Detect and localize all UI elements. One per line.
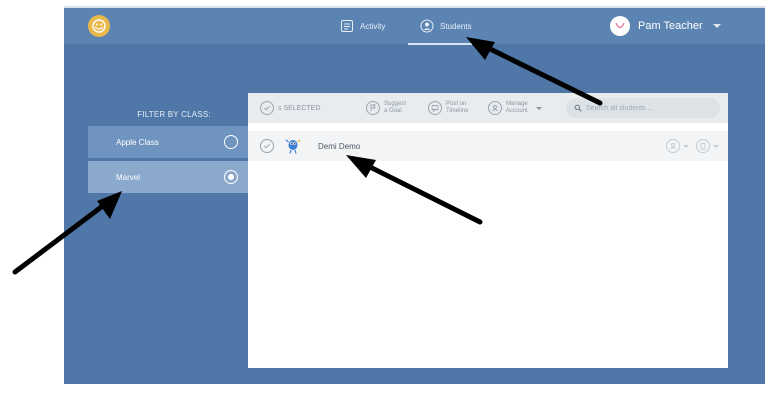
select-all-button[interactable]: s SELECTED [260,93,320,123]
search-icon [574,99,582,117]
classdojo-app-window: Activity Students Pam Teacher FILTER BY … [64,6,765,384]
checkmark-icon[interactable] [260,139,274,153]
tab-activity-label: Activity [360,21,386,31]
label-line: Post on [446,101,467,107]
label-line: Manage [506,101,528,107]
post-on-timeline-label: Post on Timeline [446,101,468,115]
screenshot-stage: Activity Students Pam Teacher FILTER BY … [0,0,784,400]
tab-students[interactable]: Students [420,8,472,44]
filter-by-class-heading: FILTER BY CLASS: [137,110,211,119]
label-line: Account [506,108,528,114]
student-search-box[interactable] [566,98,720,118]
selected-count-label: s SELECTED [278,104,321,112]
chevron-down-icon [713,144,719,148]
monster-avatar-icon [284,137,302,155]
active-tab-indicator [408,43,472,45]
checkmark-icon [260,101,274,115]
label-line: Suggest [384,101,407,107]
tab-students-label: Students [440,21,472,31]
manage-account-label: Manage Account [506,101,528,115]
suggest-goal-label: Suggest a Goal [384,101,406,115]
label-line: a Goal [384,108,402,114]
award-points-button[interactable] [666,139,689,153]
user-menu[interactable]: Pam Teacher [610,16,721,36]
classdojo-logo-icon[interactable] [88,15,110,37]
post-on-timeline-button[interactable]: Post on Timeline [428,93,468,123]
suggest-goal-button[interactable]: Suggest a Goal [366,93,406,123]
class-name: Marvel [116,172,141,182]
chevron-down-icon [712,24,721,28]
student-report-button[interactable] [696,139,719,153]
class-radio-button[interactable] [224,135,238,149]
class-filter-marvel[interactable]: Marvel [88,161,248,193]
class-name: Apple Class [116,137,159,147]
chevron-down-icon [683,144,689,148]
student-name: Demi Demo [318,142,361,151]
students-toolbar: s SELECTED Suggest a Goal Post on Timeli… [248,93,728,123]
account-person-icon [488,101,502,115]
person-icon [666,139,680,153]
chat-bubble-icon [428,101,442,115]
search-input[interactable] [586,104,714,112]
student-row[interactable]: Demi Demo [248,131,728,161]
user-name: Pam Teacher [638,20,703,32]
label-line: Timeline [446,108,469,114]
class-radio-button-selected[interactable] [224,170,238,184]
clipboard-icon [696,139,710,153]
students-panel: s SELECTED Suggest a Goal Post on Timeli… [248,93,728,368]
chevron-down-icon [535,106,542,110]
tab-activity[interactable]: Activity [340,8,385,44]
flag-icon [366,101,380,115]
class-filter-apple-class[interactable]: Apple Class [88,126,248,158]
students-person-icon [420,19,434,33]
manage-account-button[interactable]: Manage Account [488,93,542,123]
activity-list-icon [340,19,354,33]
top-navigation-bar: Activity Students Pam Teacher [64,6,765,45]
teacher-avatar-icon [610,16,630,36]
